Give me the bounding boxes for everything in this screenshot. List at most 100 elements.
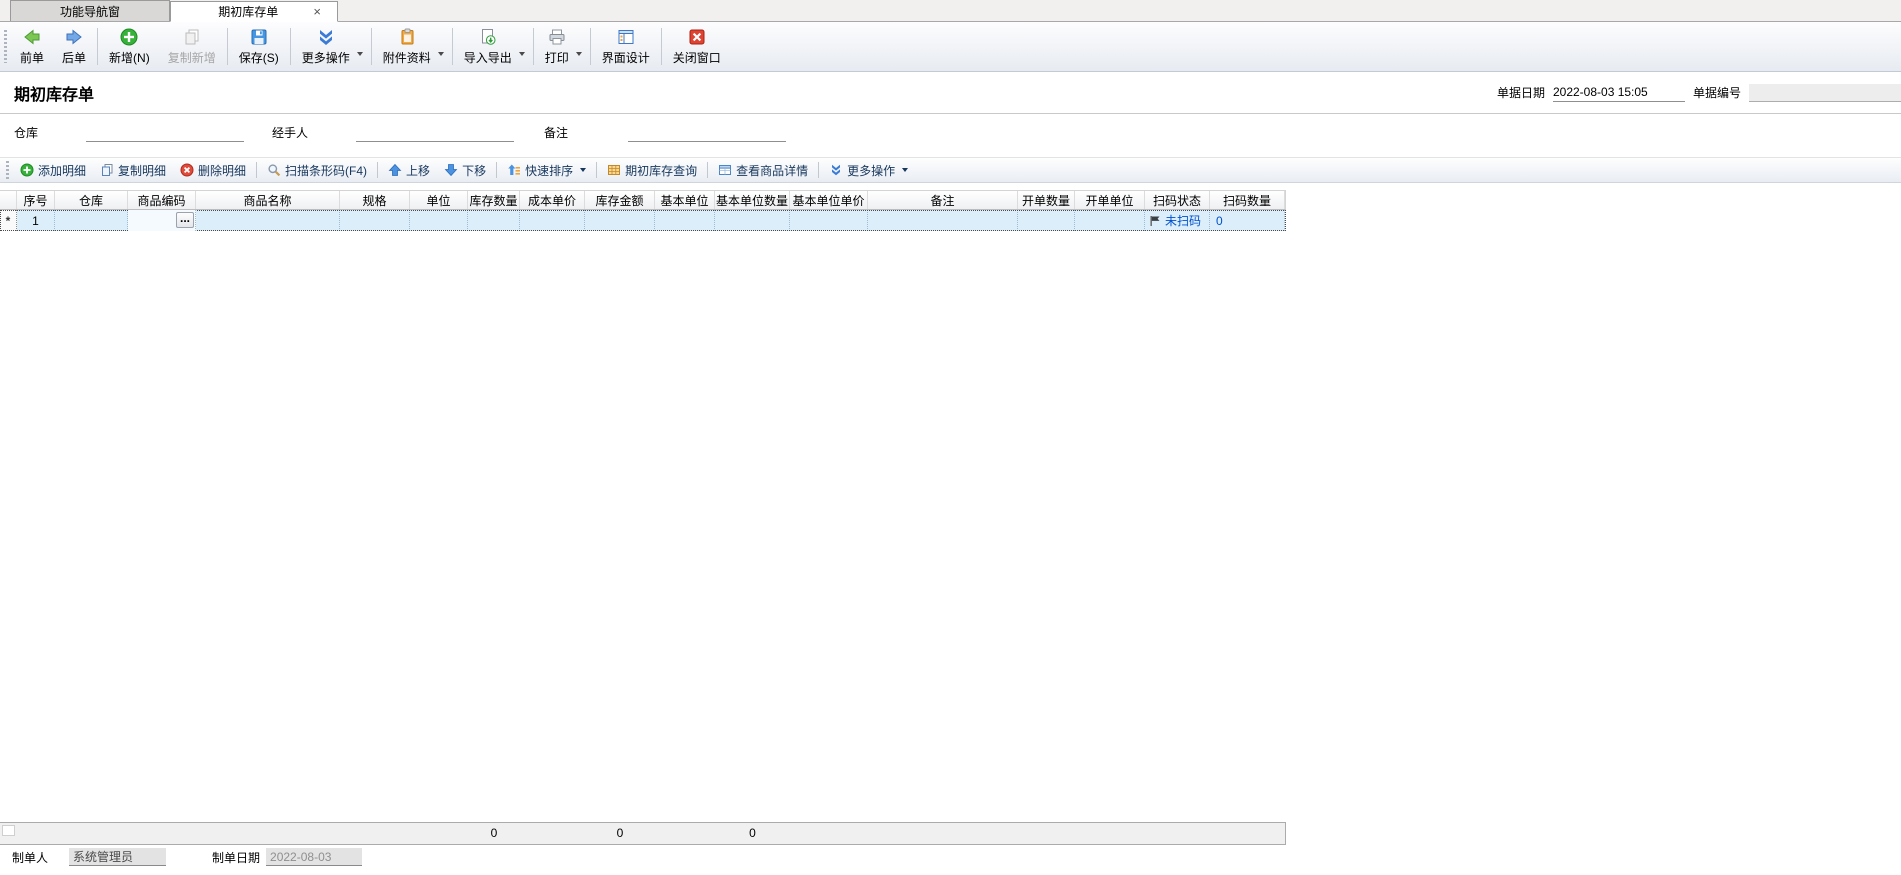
cell-order-unit[interactable] xyxy=(1075,210,1145,231)
prev-doc-button[interactable]: 前单 xyxy=(11,24,53,69)
toolbar-grip-handle[interactable] xyxy=(4,30,7,63)
cell-product-code[interactable]: ... xyxy=(128,210,196,231)
column-header-stock-amount[interactable]: 库存金额 xyxy=(585,191,655,209)
chevron-down-icon[interactable] xyxy=(519,52,525,56)
column-header-scan-status[interactable]: 扫码状态 xyxy=(1145,191,1210,209)
doc-header-fields: 单据日期 单据编号 xyxy=(1497,84,1901,102)
column-header-product-code[interactable]: 商品编码 xyxy=(128,191,196,209)
cell-scan-qty[interactable]: 0 xyxy=(1210,210,1285,231)
cell-scan-status[interactable]: 未扫码 xyxy=(1145,210,1210,231)
column-header-base-unit-qty[interactable]: 基本单位数量 xyxy=(715,191,790,209)
cell-stock-qty[interactable] xyxy=(468,210,520,231)
column-header-cost-price[interactable]: 成本单价 xyxy=(520,191,585,209)
column-header-order-qty[interactable]: 开单数量 xyxy=(1018,191,1075,209)
grid-gutter-header xyxy=(0,191,17,209)
chevron-down-icon[interactable] xyxy=(357,52,363,56)
detail-more-actions-label: 更多操作 xyxy=(847,162,895,179)
delete-detail-button[interactable]: 删除明细 xyxy=(173,159,253,181)
chevron-down-icon[interactable] xyxy=(580,168,586,172)
table-row[interactable]: * 1 ... 未扫码 0 xyxy=(0,210,1286,231)
copy-icon xyxy=(100,163,114,177)
app-window: 功能导航窗 期初库存单 × 前单 后单 新增(N) xyxy=(0,0,1901,875)
row-indicator: * xyxy=(0,210,17,231)
chevron-down-icon[interactable] xyxy=(902,168,908,172)
toolbar-separator xyxy=(377,162,378,178)
cell-base-unit-qty[interactable] xyxy=(715,210,790,231)
tab-initial-inventory-label: 期初库存单 xyxy=(185,3,311,20)
main-toolbar: 前单 后单 新增(N) 复制新增 保存(S) xyxy=(0,22,1901,72)
detail-table-icon xyxy=(718,163,732,177)
chevron-down-icon[interactable] xyxy=(438,52,444,56)
detail-more-actions-button[interactable]: 更多操作 xyxy=(822,159,915,181)
move-down-button[interactable]: 下移 xyxy=(437,159,493,181)
ui-design-button[interactable]: 界面设计 xyxy=(593,24,659,69)
flag-icon xyxy=(1149,215,1161,227)
close-window-icon xyxy=(687,27,707,47)
column-header-warehouse[interactable]: 仓库 xyxy=(55,191,128,209)
column-header-base-unit[interactable]: 基本单位 xyxy=(655,191,715,209)
warehouse-input[interactable] xyxy=(86,124,244,142)
cell-product-name[interactable] xyxy=(196,210,340,231)
import-export-icon xyxy=(478,27,498,47)
copy-detail-button[interactable]: 复制明细 xyxy=(93,159,173,181)
column-header-scan-qty[interactable]: 扫码数量 xyxy=(1210,191,1285,209)
print-button[interactable]: 打印 xyxy=(536,24,578,69)
import-export-label: 导入导出 xyxy=(464,49,512,66)
toolbar-separator xyxy=(533,28,534,65)
column-header-stock-qty[interactable]: 库存数量 xyxy=(468,191,520,209)
handler-input[interactable] xyxy=(356,124,514,142)
chevron-down-icon[interactable] xyxy=(576,52,582,56)
column-header-base-unit-price[interactable]: 基本单位单价 xyxy=(790,191,868,209)
import-export-group: 导入导出 xyxy=(455,24,531,69)
cell-base-unit-price[interactable] xyxy=(790,210,868,231)
cell-warehouse[interactable] xyxy=(55,210,128,231)
save-button[interactable]: 保存(S) xyxy=(230,24,288,69)
remark-input[interactable] xyxy=(628,124,786,142)
cell-stock-amount[interactable] xyxy=(585,210,655,231)
cell-spec[interactable] xyxy=(340,210,410,231)
creator-label: 制单人 xyxy=(12,849,48,866)
quick-sort-button[interactable]: 快速排序 xyxy=(500,159,593,181)
print-group: 打印 xyxy=(536,24,588,69)
cell-cost-price[interactable] xyxy=(520,210,585,231)
cell-order-qty[interactable] xyxy=(1018,210,1075,231)
attachments-button[interactable]: 附件资料 xyxy=(374,24,440,69)
column-header-order-unit[interactable]: 开单单位 xyxy=(1075,191,1145,209)
column-header-remark[interactable]: 备注 xyxy=(868,191,1018,209)
ui-design-label: 界面设计 xyxy=(602,49,650,66)
double-chevron-down-icon xyxy=(316,27,336,47)
more-actions-button[interactable]: 更多操作 xyxy=(293,24,359,69)
doc-number-input[interactable] xyxy=(1749,84,1901,102)
add-detail-button[interactable]: 添加明细 xyxy=(13,159,93,181)
delete-detail-label: 删除明细 xyxy=(198,162,246,179)
cell-remark[interactable] xyxy=(868,210,1018,231)
tab-function-nav[interactable]: 功能导航窗 xyxy=(10,0,170,21)
quick-sort-label: 快速排序 xyxy=(525,162,573,179)
cell-base-unit[interactable] xyxy=(655,210,715,231)
arrow-down-icon xyxy=(444,163,458,177)
close-window-button[interactable]: 关闭窗口 xyxy=(664,24,730,69)
column-header-spec[interactable]: 规格 xyxy=(340,191,410,209)
new-doc-button[interactable]: 新增(N) xyxy=(100,24,159,69)
column-header-product-name[interactable]: 商品名称 xyxy=(196,191,340,209)
cell-unit[interactable] xyxy=(410,210,468,231)
scan-barcode-label: 扫描条形码(F4) xyxy=(285,162,367,179)
attachments-label: 附件资料 xyxy=(383,49,431,66)
tab-initial-inventory[interactable]: 期初库存单 × xyxy=(170,1,338,22)
cell-seq[interactable]: 1 xyxy=(17,210,55,231)
next-doc-button[interactable]: 后单 xyxy=(53,24,95,69)
form-row: 仓库 经手人 备注 xyxy=(0,114,1901,151)
import-export-button[interactable]: 导入导出 xyxy=(455,24,521,69)
view-product-detail-button[interactable]: 查看商品详情 xyxy=(711,159,815,181)
move-up-button[interactable]: 上移 xyxy=(381,159,437,181)
initial-stock-query-button[interactable]: 期初库存查询 xyxy=(600,159,704,181)
detail-toolbar-grip-handle[interactable] xyxy=(6,161,9,179)
column-header-seq[interactable]: 序号 xyxy=(17,191,55,209)
close-icon[interactable]: × xyxy=(311,5,323,18)
bottom-bar: 制单人 制单日期 xyxy=(0,845,1901,875)
column-header-unit[interactable]: 单位 xyxy=(410,191,468,209)
scan-barcode-button[interactable]: 扫描条形码(F4) xyxy=(260,159,374,181)
create-date-label: 制单日期 xyxy=(212,849,260,866)
doc-date-input[interactable] xyxy=(1553,84,1685,102)
lookup-ellipsis-button[interactable]: ... xyxy=(176,212,194,228)
